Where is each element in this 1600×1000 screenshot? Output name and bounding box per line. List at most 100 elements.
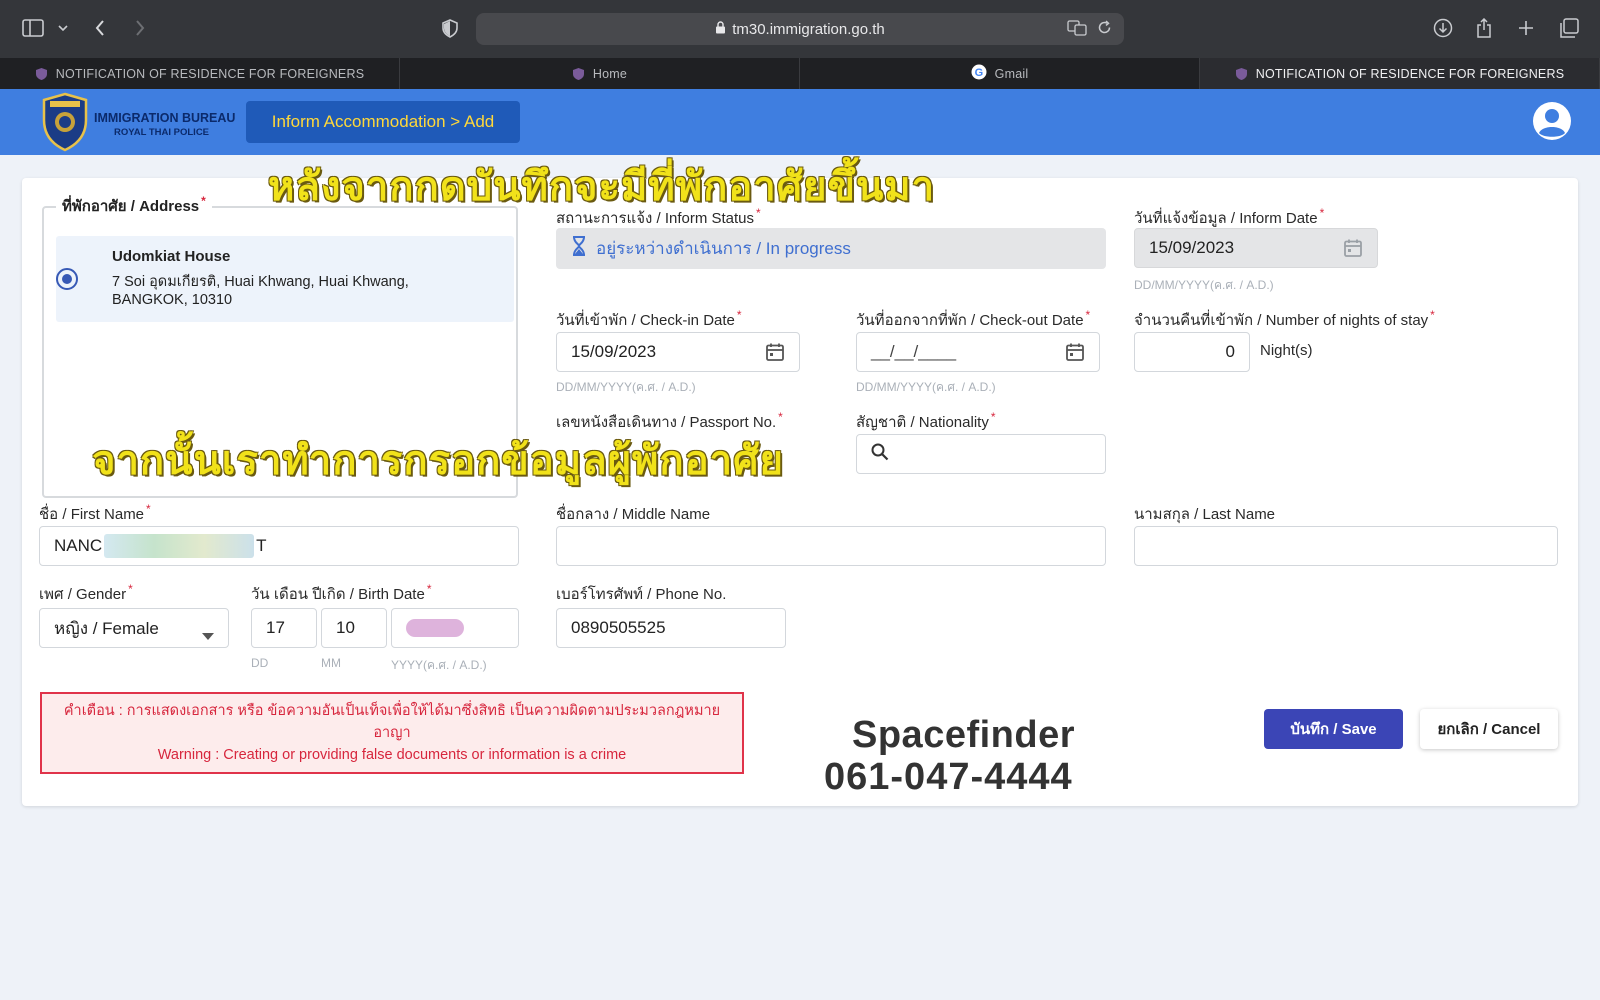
tab-label: Gmail — [994, 66, 1029, 81]
shield-privacy-icon[interactable] — [440, 16, 460, 40]
caret-down-icon — [202, 625, 214, 645]
tab-label: NOTIFICATION OF RESIDENCE FOR FOREIGNERS — [55, 66, 365, 81]
brand-title: IMMIGRATION BUREAU — [94, 111, 236, 125]
police-emblem-icon — [42, 92, 88, 157]
tab-home[interactable]: Home — [400, 58, 800, 89]
user-avatar-icon[interactable] — [1532, 101, 1572, 141]
browser-toolbar: tm30.immigration.go.th — [0, 0, 1600, 58]
birth-date-label: วัน เดือน ปีเกิด / Birth Date * — [251, 582, 432, 603]
police-badge-icon — [1235, 67, 1248, 81]
app-header: IMMIGRATION BUREAU ROYAL THAI POLICE Inf… — [0, 89, 1600, 155]
police-badge-icon — [35, 67, 48, 81]
promo-name: Spacefinder — [852, 714, 1076, 756]
birth-month-value: 10 — [336, 618, 355, 637]
address-bar[interactable]: tm30.immigration.go.th — [476, 13, 1124, 45]
inform-status-value: อยู่ระหว่างดำเนินการ / In progress — [596, 239, 851, 258]
overlay-caption-top: หลังจากกดบันทึกจะมีที่พักอาศัยขึ้นมา — [268, 165, 936, 209]
last-name-label: นามสกุล / Last Name — [1134, 506, 1276, 523]
search-icon — [871, 443, 889, 466]
inform-date-hint: DD/MM/YYYY(ค.ศ. / A.D.) — [1134, 278, 1274, 292]
first-name-input[interactable]: NANC T — [39, 526, 519, 566]
inform-date-label: วันที่แจ้งข้อมูล / Inform Date * — [1134, 206, 1325, 227]
warning-thai: คำเตือน : การแสดงเอกสาร หรือ ข้อความอันเ… — [63, 703, 721, 741]
tab-notification-2[interactable]: NOTIFICATION OF RESIDENCE FOR FOREIGNERS — [1200, 58, 1600, 89]
form-card: ที่พักอาศัย / Address * Udomkiat House 7 … — [22, 178, 1578, 806]
sidebar-toggle-icon[interactable] — [22, 16, 44, 40]
checkin-date-value: 15/09/2023 — [571, 342, 657, 361]
checkout-date-input[interactable]: __/__/____ — [856, 332, 1100, 372]
inform-status-field: อยู่ระหว่างดำเนินการ / In progress — [556, 228, 1106, 269]
warning-english: Warning : Creating or providing false do… — [157, 747, 627, 763]
first-name-label: ชื่อ / First Name * — [39, 502, 151, 523]
nationality-search-input[interactable] — [856, 434, 1106, 474]
overlay-caption-middle: จากนั้นเราทำการกรอกข้อมูลผู้พักอาศัย — [92, 439, 784, 483]
nationality-label: สัญชาติ / Nationality * — [856, 410, 996, 431]
first-name-value-end: T — [256, 536, 267, 555]
share-icon[interactable] — [1474, 16, 1494, 40]
checkout-hint: DD/MM/YYYY(ค.ศ. / A.D.) — [856, 380, 996, 394]
calendar-icon[interactable] — [765, 342, 785, 362]
immigration-logo[interactable]: IMMIGRATION BUREAU ROYAL THAI POLICE — [42, 92, 235, 157]
birth-month-hint: MM — [321, 656, 341, 670]
download-icon[interactable] — [1432, 16, 1454, 40]
address-line1: 7 Soi อุดมเกียรติ, Huai Khwang, Huai Khw… — [112, 274, 409, 290]
google-icon: G — [971, 64, 987, 83]
gender-value: หญิง / Female — [54, 618, 159, 638]
brand-subtitle: ROYAL THAI POLICE — [114, 127, 210, 138]
breadcrumb: Inform Accommodation > Add — [246, 101, 520, 143]
tab-label: Home — [592, 66, 628, 81]
checkout-label: วันที่ออกจากที่พัก / Check-out Date * — [856, 308, 1091, 329]
back-icon[interactable] — [92, 16, 108, 40]
birth-day-value: 17 — [266, 618, 285, 637]
tab-notification-1[interactable]: NOTIFICATION OF RESIDENCE FOR FOREIGNERS — [0, 58, 400, 89]
birth-month-input[interactable]: 10 — [321, 608, 387, 648]
nights-input[interactable]: 0 — [1134, 332, 1250, 372]
middle-name-input[interactable] — [556, 526, 1106, 566]
redaction-blur — [406, 619, 464, 637]
url-text: tm30.immigration.go.th — [732, 20, 885, 38]
promo-phone: 061-047-4444 — [824, 756, 1073, 798]
save-button[interactable]: บันทึก / Save — [1264, 709, 1403, 749]
phone-value: 0890505525 — [571, 618, 666, 637]
redaction-blur — [104, 534, 255, 558]
police-badge-icon — [572, 67, 585, 81]
address-line2: BANGKOK, 10310 — [112, 292, 233, 308]
gender-label: เพศ / Gender * — [39, 582, 133, 603]
tab-bar: NOTIFICATION OF RESIDENCE FOR FOREIGNERS… — [0, 58, 1600, 89]
tab-gmail[interactable]: G Gmail — [800, 58, 1200, 89]
calendar-icon[interactable] — [1065, 342, 1085, 362]
nights-value: 0 — [1225, 342, 1235, 361]
last-name-input[interactable] — [1134, 526, 1558, 566]
address-legend: ที่พักอาศัย / Address * — [56, 194, 212, 218]
chevron-down-icon[interactable] — [56, 16, 70, 40]
tab-label: NOTIFICATION OF RESIDENCE FOR FOREIGNERS — [1255, 66, 1565, 81]
middle-name-label: ชื่อกลาง / Middle Name — [556, 506, 711, 523]
svg-text:G: G — [974, 67, 983, 79]
nights-label: จำนวนคืนที่เข้าพัก / Number of nights of… — [1134, 308, 1435, 329]
address-option[interactable]: Udomkiat House 7 Soi อุดมเกียรติ, Huai K… — [56, 236, 514, 328]
tab-overview-icon[interactable] — [1558, 16, 1580, 40]
cancel-button[interactable]: ยกเลิก / Cancel — [1420, 709, 1558, 749]
inform-date-value: 15/09/2023 — [1149, 238, 1235, 257]
checkout-date-value: __/__/____ — [871, 342, 957, 361]
checkin-date-input[interactable]: 15/09/2023 — [556, 332, 800, 372]
address-radio[interactable] — [56, 268, 78, 290]
phone-label: เบอร์โทรศัพท์ / Phone No. — [556, 586, 727, 603]
legal-warning: คำเตือน : การแสดงเอกสาร หรือ ข้อความอันเ… — [40, 692, 744, 774]
new-tab-icon[interactable] — [1516, 16, 1536, 40]
birth-year-input[interactable] — [391, 608, 519, 648]
translate-icon[interactable] — [1067, 20, 1087, 40]
checkin-hint: DD/MM/YYYY(ค.ศ. / A.D.) — [556, 380, 696, 394]
hourglass-icon — [572, 236, 586, 261]
forward-icon[interactable] — [132, 16, 148, 40]
address-name: Udomkiat House — [112, 248, 231, 265]
phone-input[interactable]: 0890505525 — [556, 608, 786, 648]
calendar-icon — [1343, 238, 1363, 258]
nights-unit: Night(s) — [1260, 342, 1313, 359]
gender-select[interactable]: หญิง / Female — [39, 608, 229, 648]
lock-icon — [715, 20, 726, 38]
birth-day-input[interactable]: 17 — [251, 608, 317, 648]
reload-icon[interactable] — [1097, 20, 1112, 40]
first-name-value: NANC — [54, 536, 103, 555]
inform-date-field: 15/09/2023 — [1134, 228, 1378, 268]
